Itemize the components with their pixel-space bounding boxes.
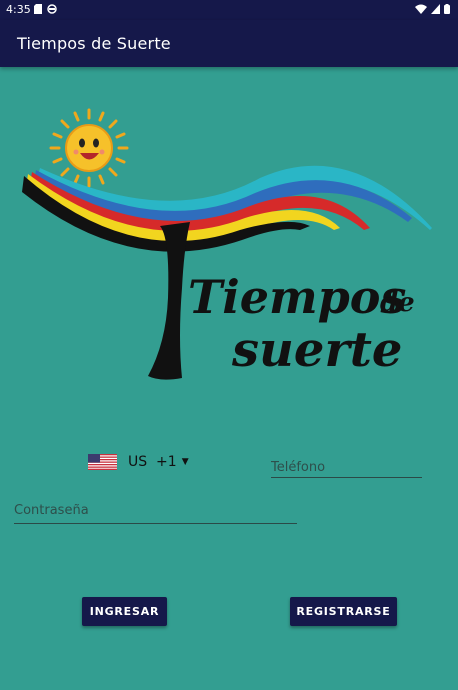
wifi-icon [415,4,427,14]
sd-card-icon [34,4,42,14]
battery-icon [444,4,450,14]
logo-text-suerte: suerte [231,322,402,378]
app-title: Tiempos de Suerte [17,34,171,53]
sync-icon [47,4,57,14]
phone-input[interactable] [271,460,422,475]
country-code: US [128,454,148,470]
country-code-picker[interactable]: US +1 ▼ [88,452,189,472]
us-flag-icon [88,454,117,470]
phone-field[interactable] [271,456,422,478]
status-time: 4:35 [6,3,31,16]
app-bar: Tiempos de Suerte [0,20,458,67]
logo-text-de: de [380,288,415,318]
dial-code: +1 [156,454,177,470]
status-bar: 4:35 [0,0,458,20]
signal-icon [431,4,440,14]
logo-text-tiempos: Tiempos [188,270,406,324]
tiempos-de-suerte-logo: Tiempos de suerte [22,108,432,380]
register-button[interactable]: REGISTRARSE [290,597,397,626]
password-input[interactable] [14,503,297,518]
dropdown-arrow-icon: ▼ [181,457,189,467]
password-field[interactable] [14,499,297,524]
login-button[interactable]: INGRESAR [82,597,167,626]
